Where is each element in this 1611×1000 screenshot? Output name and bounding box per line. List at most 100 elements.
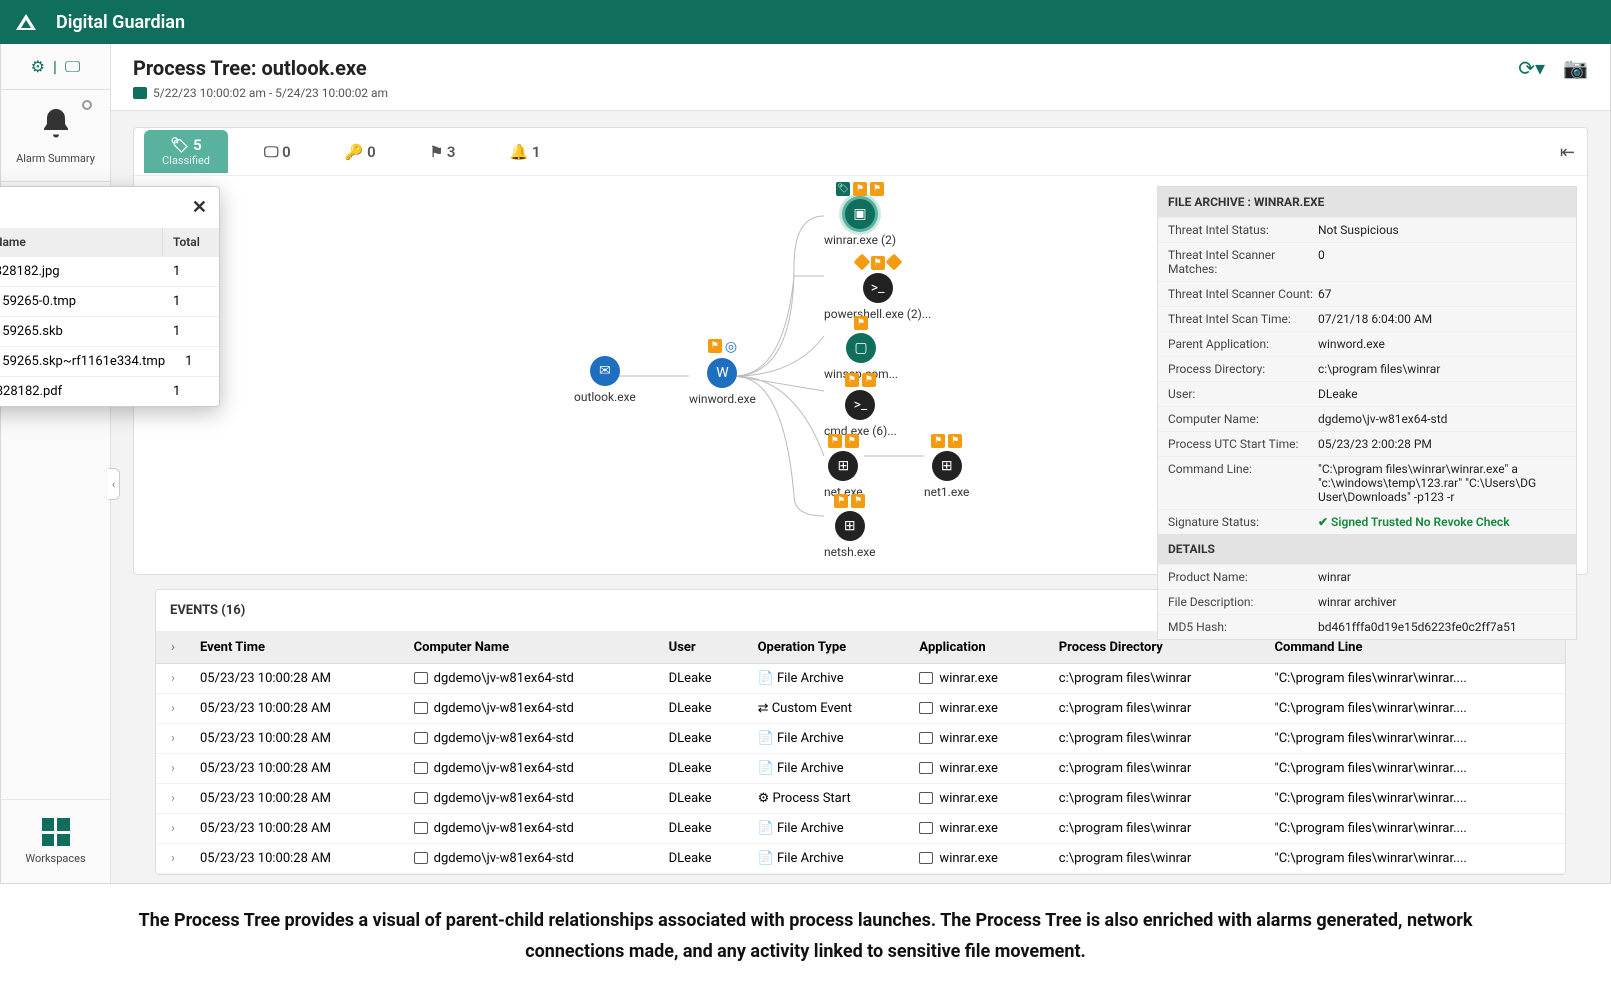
node-winscp[interactable]: ⚑ ▢ winscp.com... (824, 316, 898, 381)
summary-tab[interactable]: ⚑ 3 (412, 137, 474, 167)
events-table: ›Event TimeComputer NameUserOperation Ty… (156, 632, 1565, 874)
winrar-icon: ▣ (845, 199, 875, 229)
table-row[interactable]: ›05/23/23 10:00:28 AMdgdemo\jv-w81ex64-s… (156, 694, 1565, 724)
popover-row[interactable]: model_314159265.skb1 (0, 316, 219, 346)
app-icon: ▢ (846, 333, 876, 363)
sidebar-item-workspaces[interactable]: Workspaces (1, 799, 110, 883)
events-title: EVENTS (16) (170, 603, 245, 618)
popover-row[interactable]: model_314159265-0.tmp1 (0, 286, 219, 316)
windows-icon: ⊞ (932, 451, 962, 481)
flag-icon: ⚑ (853, 182, 867, 196)
events-col[interactable]: Application (909, 632, 1048, 664)
events-col[interactable]: Computer Name (404, 632, 659, 664)
table-row[interactable]: ›05/23/23 10:00:28 AMdgdemo\jv-w81ex64-s… (156, 664, 1565, 694)
flag-icon: ⚑ (851, 494, 865, 508)
refresh-icon[interactable]: ⟳▾ (1518, 56, 1545, 80)
events-col[interactable]: Event Time (190, 632, 404, 664)
target-icon: ◎ (725, 339, 737, 355)
app-title: Digital Guardian (56, 12, 185, 33)
expand-col[interactable]: › (156, 632, 190, 664)
tag-icon: 🏷 (836, 182, 850, 196)
detail-row: File Description:winrar archiver (1158, 589, 1576, 614)
node-outlook[interactable]: ✉ outlook.exe (574, 356, 636, 404)
popover-row[interactable]: patent_271828182.pdf1 (0, 376, 219, 406)
logo-icon (16, 14, 36, 30)
detail-row: MD5 Hash:bd461fffa0d19e15d6223fe0c2ff7a5… (1158, 614, 1576, 639)
flag-icon: ⚑ (708, 339, 722, 353)
detail-row: Parent Application:winword.exe (1158, 331, 1576, 356)
table-row[interactable]: ›05/23/23 10:00:28 AMdgdemo\jv-w81ex64-s… (156, 754, 1565, 784)
node-net1[interactable]: ⚑⚑ ⊞ net1.exe (924, 434, 969, 499)
detail-row: Process UTC Start Time:05/23/23 2:00:28 … (1158, 431, 1576, 456)
detail-row: Signature Status:Signed Trusted No Revok… (1158, 509, 1576, 534)
flag-icon: ⚑ (870, 182, 884, 196)
table-row[interactable]: ›05/23/23 10:00:28 AMdgdemo\jv-w81ex64-s… (156, 814, 1565, 844)
table-row[interactable]: ›05/23/23 10:00:28 AMdgdemo\jv-w81ex64-s… (156, 784, 1565, 814)
detail-row: Computer Name:dgdemo\jv-w81ex64-std (1158, 406, 1576, 431)
popover-row[interactable]: model_314159265.skp~rf1161e334.tmp1 (0, 346, 219, 376)
summary-tab[interactable]: 🔔 1 (491, 137, 558, 167)
details-panel-title: FILE ARCHIVE : WINRAR.EXE (1158, 187, 1576, 217)
diamond-icon (853, 254, 870, 271)
detail-row: Threat Intel Scanner Matches:0 (1158, 242, 1576, 281)
date-range: 5/22/23 10:00:02 am - 5/24/23 10:00:02 a… (153, 86, 388, 100)
detail-row: Command Line:"C:\program files\winrar\wi… (1158, 456, 1576, 509)
diamond-icon (885, 254, 902, 271)
events-col[interactable]: Operation Type (748, 632, 910, 664)
summary-tabs: 🏷 5Classified 🖵 0 🔑 0 ⚑ 3 🔔 1 (134, 128, 1587, 176)
summary-tab[interactable]: 🏷 5Classified (144, 130, 228, 173)
flag-icon: ⚑ (828, 434, 842, 448)
table-row[interactable]: ›05/23/23 10:00:28 AMdgdemo\jv-w81ex64-s… (156, 724, 1565, 754)
detail-row: User:DLeake (1158, 381, 1576, 406)
workspaces-icon (42, 818, 70, 846)
flag-icon: ⚑ (834, 494, 848, 508)
detail-row: Product Name:winrar (1158, 564, 1576, 589)
node-powershell[interactable]: ⚑ >_ powershell.exe (2)... (824, 256, 931, 321)
details-panel: FILE ARCHIVE : WINRAR.EXE Threat Intel S… (1157, 186, 1577, 640)
detail-row: Threat Intel Status:Not Suspicious (1158, 217, 1576, 242)
process-tree-canvas: 🏷 5Classified 🖵 0 🔑 0 ⚑ 3 🔔 1 ⇤ (133, 127, 1588, 575)
flag-icon: ⚑ (871, 256, 885, 270)
calendar-icon (133, 87, 147, 99)
node-cmd[interactable]: ⚑⚑ >_ cmd.exe (6)... (824, 373, 897, 438)
monitor-icon[interactable]: 🖵 (65, 57, 80, 77)
detail-row: Threat Intel Scanner Count:67 (1158, 281, 1576, 306)
sliders-icon[interactable]: ⚙ (31, 57, 45, 76)
table-row[interactable]: ›05/23/23 10:00:28 AMdgdemo\jv-w81ex64-s… (156, 844, 1565, 874)
popover-col-total[interactable]: Total (163, 228, 219, 256)
flag-icon: ⚑ (862, 373, 876, 387)
flag-icon: ⚑ (845, 434, 859, 448)
windows-icon: ⊞ (835, 511, 865, 541)
left-sidebar: ⚙ | 🖵 Alarm Summary Workspaces (1, 44, 111, 883)
close-icon[interactable]: ✕ (192, 197, 207, 218)
terminal-icon: >_ (845, 390, 875, 420)
node-winrar[interactable]: 🏷⚑⚑ ▣ winrar.exe (2) (824, 182, 896, 247)
popover-row[interactable]: image_271828182.jpg1 (0, 256, 219, 286)
outlook-icon: ✉ (590, 356, 620, 386)
page-title: Process Tree: outlook.exe (133, 56, 388, 80)
node-net[interactable]: ⚑⚑ ⊞ net.exe (824, 434, 863, 499)
sidebar-item-alarm-summary[interactable]: Alarm Summary (1, 90, 110, 182)
bell-icon (38, 106, 74, 142)
classified-popover: Classified ✕ Source File Name Total imag… (0, 186, 220, 407)
summary-tab[interactable]: 🔑 0 (327, 137, 394, 167)
sidebar-toolbar: ⚙ | 🖵 (1, 44, 110, 90)
popover-col-name[interactable]: Source File Name (0, 228, 163, 256)
events-col[interactable]: User (659, 632, 748, 664)
caption-text: The Process Tree provides a visual of pa… (0, 884, 1611, 967)
node-winword[interactable]: ⚑◎ W winword.exe (689, 339, 756, 406)
word-icon: W (707, 358, 737, 388)
camera-icon[interactable]: 📷 (1563, 56, 1588, 80)
page-header: Process Tree: outlook.exe 5/22/23 10:00:… (111, 44, 1610, 111)
flag-icon: ⚑ (931, 434, 945, 448)
node-netsh[interactable]: ⚑⚑ ⊞ netsh.exe (824, 494, 875, 559)
details-subheader: DETAILS (1158, 534, 1576, 564)
expand-icon[interactable]: ⇤ (1560, 142, 1575, 163)
drawer-handle[interactable]: ‹ (108, 468, 120, 500)
flag-icon: ⚑ (845, 373, 859, 387)
terminal-icon: >_ (863, 273, 893, 303)
detail-row: Process Directory:c:\program files\winra… (1158, 356, 1576, 381)
windows-icon: ⊞ (828, 451, 858, 481)
summary-tab[interactable]: 🖵 0 (246, 137, 309, 167)
flag-icon: ⚑ (854, 316, 868, 330)
